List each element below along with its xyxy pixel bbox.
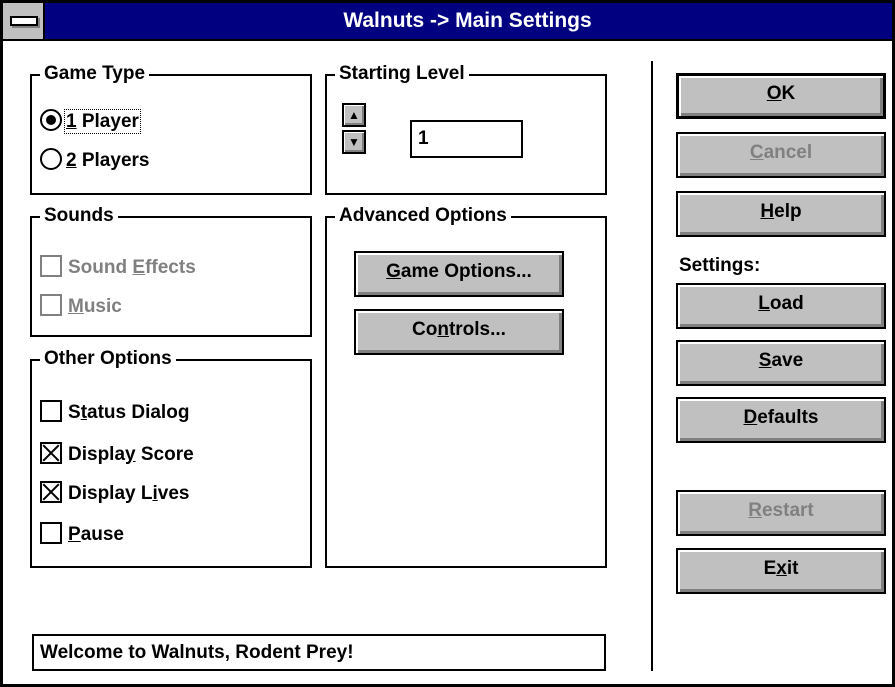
game-type-legend: Game Type (40, 62, 150, 86)
radio-unselected-icon (40, 147, 62, 170)
two-players-label: 2 Players (66, 150, 150, 171)
sounds-group: Sounds Sound Effects Music (30, 204, 312, 337)
display-lives-label: Display Lives (68, 483, 190, 504)
restart-button[interactable]: Restart (676, 490, 886, 536)
level-up-button[interactable]: ▲ (342, 103, 366, 127)
window-title: Walnuts -> Main Settings (343, 9, 592, 32)
system-menu-icon (10, 16, 38, 26)
title-bar: Walnuts -> Main Settings (3, 3, 892, 41)
game-type-group: Game Type 1 Player 2 Players (30, 62, 312, 195)
starting-level-legend: Starting Level (335, 62, 469, 86)
status-message: Welcome to Walnuts, Rodent Prey! (32, 634, 606, 671)
checkbox-unchecked-icon (40, 399, 62, 422)
two-players-radio[interactable]: 2 Players (40, 147, 149, 175)
exit-button[interactable]: Exit (676, 548, 886, 594)
music-label: Music (68, 296, 122, 317)
save-button[interactable]: Save (676, 340, 886, 386)
sounds-legend: Sounds (40, 204, 118, 228)
ok-button[interactable]: OK (676, 73, 886, 119)
load-button[interactable]: Load (676, 283, 886, 329)
one-player-radio[interactable]: 1 Player (40, 108, 141, 136)
display-score-checkbox[interactable]: Display Score (40, 441, 194, 469)
system-menu-button[interactable] (3, 3, 45, 39)
controls-button[interactable]: Controls... (354, 309, 564, 355)
vertical-divider (651, 61, 653, 671)
checkbox-checked-icon (40, 441, 62, 464)
arrow-down-icon: ▼ (348, 135, 360, 149)
game-options-button[interactable]: Game Options... (354, 251, 564, 297)
main-settings-window: Walnuts -> Main Settings Game Type 1 Pla… (0, 0, 895, 687)
cancel-button[interactable]: Cancel (676, 132, 886, 178)
help-button[interactable]: Help (676, 191, 886, 237)
arrow-up-icon: ▲ (348, 108, 360, 122)
radio-selected-icon (40, 108, 62, 131)
checkbox-unchecked-icon (40, 254, 62, 277)
level-down-button[interactable]: ▼ (342, 130, 366, 154)
sound-effects-label: Sound Effects (68, 257, 196, 278)
display-score-label: Display Score (68, 444, 194, 465)
checkbox-unchecked-icon (40, 293, 62, 316)
checkbox-unchecked-icon (40, 521, 62, 544)
music-checkbox[interactable]: Music (40, 293, 122, 321)
defaults-button[interactable]: Defaults (676, 397, 886, 443)
other-options-group: Other Options Status Dialog Display Scor… (30, 347, 312, 568)
settings-label: Settings: (679, 255, 761, 276)
pause-checkbox[interactable]: Pause (40, 521, 124, 549)
one-player-label: 1 Player (64, 109, 141, 134)
status-dialog-checkbox[interactable]: Status Dialog (40, 399, 189, 427)
other-options-legend: Other Options (40, 347, 176, 371)
advanced-options-legend: Advanced Options (335, 204, 511, 228)
pause-label: Pause (68, 524, 124, 545)
checkbox-checked-icon (40, 480, 62, 503)
sound-effects-checkbox[interactable]: Sound Effects (40, 254, 196, 282)
starting-level-input[interactable] (410, 120, 523, 158)
status-dialog-label: Status Dialog (68, 402, 190, 423)
display-lives-checkbox[interactable]: Display Lives (40, 480, 189, 508)
